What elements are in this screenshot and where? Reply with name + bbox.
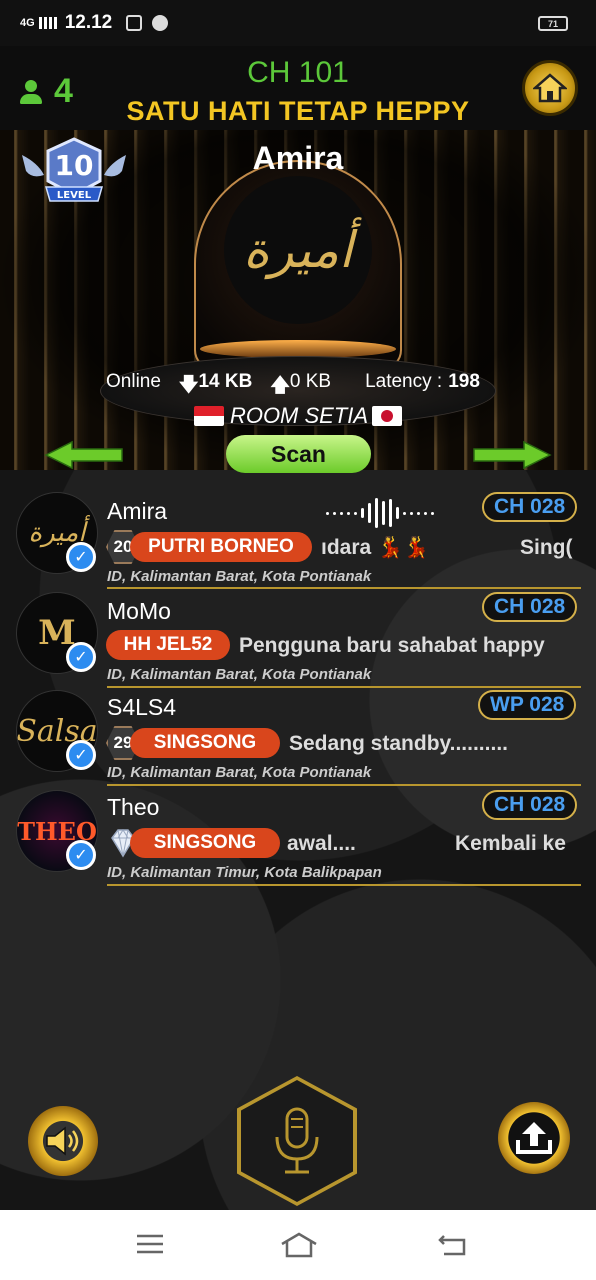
role-badge: SINGSONG — [130, 828, 280, 858]
previous-arrow-icon[interactable] — [44, 440, 124, 470]
location-text: ID, Kalimantan Barat, Kota Pontianak — [107, 666, 372, 683]
status-text: awal.... — [287, 832, 356, 855]
home-button[interactable] — [522, 60, 578, 116]
host-name: Amira — [252, 140, 344, 176]
list-item[interactable]: THEO ✓ Theo CH 028 SINGSONG awal.... Kem… — [0, 788, 596, 886]
upload-value: 0 KB — [289, 371, 332, 392]
channel-badge[interactable]: WP 028 — [478, 690, 577, 720]
role-badge: HH JEL52 — [106, 630, 230, 660]
user-name: Amira — [107, 498, 168, 524]
home-icon — [533, 73, 567, 103]
level-label: LEVEL — [57, 190, 92, 201]
status-text: ıdara 💃💃 — [321, 536, 430, 559]
divider — [107, 884, 581, 886]
upload-button[interactable] — [498, 1102, 570, 1174]
speaker-icon — [46, 1126, 79, 1156]
connection-stats: Online 🡇 14 KB 🡅 0 KB Latency : 198 — [106, 371, 506, 403]
verified-icon: ✓ — [66, 542, 96, 572]
clock: 12.12 — [64, 12, 113, 33]
scan-button[interactable]: Scan — [226, 435, 371, 473]
list-item[interactable]: M ✓ MoMo CH 028 HH JEL52 Pengguna baru s… — [0, 590, 596, 688]
divider — [107, 784, 581, 786]
indonesia-flag-icon — [193, 406, 224, 426]
verified-icon: ✓ — [66, 642, 96, 672]
location-text: ID, Kalimantan Barat, Kota Pontianak — [107, 568, 372, 585]
status-text-extra: Sing( — [520, 536, 573, 559]
channel-title: CH 101 — [247, 56, 349, 89]
audio-waveform-icon — [326, 498, 471, 528]
download-value: 14 KB — [198, 371, 253, 392]
location-text: ID, Kalimantan Barat, Kota Pontianak — [107, 764, 372, 781]
signal-icon — [38, 17, 57, 29]
status-text: Sedang standby.......... — [289, 732, 508, 755]
room-tag-label: ROOM SETIA — [229, 403, 369, 428]
status-text-extra: Kembali ke — [455, 832, 566, 855]
channel-badge[interactable]: CH 028 — [482, 790, 578, 820]
status-text: Pengguna baru sahabat happy — [239, 634, 545, 657]
channel-badge[interactable]: CH 028 — [482, 492, 578, 522]
verified-icon: ✓ — [66, 840, 96, 870]
online-label: Online — [106, 371, 161, 392]
home-icon[interactable] — [279, 1232, 319, 1258]
upload-icon: 🡅 — [270, 375, 290, 396]
divider — [107, 587, 581, 589]
microphone-icon — [275, 1107, 319, 1174]
network-indicator: 4G — [20, 17, 35, 29]
host-avatar[interactable]: أميرة — [224, 176, 372, 324]
user-name: S4LS4 — [107, 694, 177, 720]
speaker-button[interactable] — [28, 1106, 98, 1176]
back-icon[interactable] — [438, 1232, 470, 1258]
download-icon: 🡇 — [178, 375, 199, 396]
role-badge: PUTRI BORNEO — [130, 532, 312, 562]
notification-icon — [152, 15, 169, 31]
channel-badge[interactable]: CH 028 — [482, 592, 578, 622]
room-name: SATU HATI TETAP HEPPY — [126, 96, 470, 126]
latency-label: Latency : — [365, 371, 443, 392]
menu-icon[interactable] — [135, 1232, 165, 1256]
room-tag: ROOM SETIA — [0, 403, 596, 429]
app-notification-icon — [126, 15, 143, 31]
battery-icon: 71 — [538, 16, 568, 31]
host-avatar-text: أميرة — [243, 221, 353, 279]
verified-icon: ✓ — [66, 740, 96, 770]
japan-flag-icon — [372, 406, 403, 426]
list-item[interactable]: أميرة ✓ Amira CH 028 20 PUTRI BORNEO ıda… — [0, 490, 596, 589]
system-status-bar: 4G 12.12 71 — [0, 0, 596, 46]
list-item[interactable]: Salsa ✓ S4LS4 WP 028 29 SINGSONG Sedang … — [0, 688, 596, 786]
role-badge: SINGSONG — [130, 728, 280, 758]
upload-icon — [516, 1122, 552, 1154]
system-navigation-bar — [0, 1210, 596, 1280]
next-arrow-icon[interactable] — [472, 440, 552, 470]
location-text: ID, Kalimantan Timur, Kota Balikpapan — [107, 864, 382, 881]
latency-value: 198 — [448, 371, 480, 392]
user-name: Theo — [107, 794, 160, 820]
user-name: MoMo — [107, 598, 171, 624]
